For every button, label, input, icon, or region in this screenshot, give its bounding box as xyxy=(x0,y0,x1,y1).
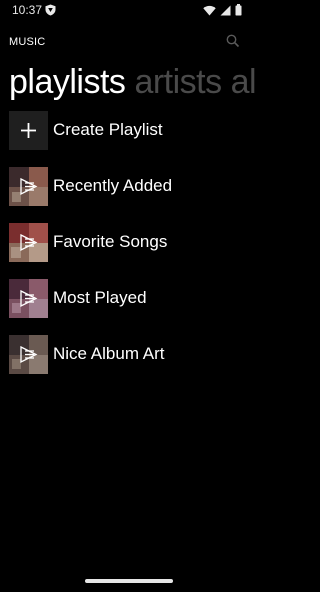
tab-playlists[interactable]: playlists xyxy=(9,60,126,104)
playlist-item-recently-added[interactable]: Recently Added xyxy=(9,166,258,206)
playlist-art xyxy=(9,334,48,374)
playlist-label: Nice Album Art xyxy=(53,344,165,363)
battery-icon xyxy=(235,4,242,16)
playlist-label: Most Played xyxy=(53,288,147,307)
playlist-label: Recently Added xyxy=(53,176,173,195)
playlist-art xyxy=(9,222,48,262)
search-icon[interactable] xyxy=(225,33,241,49)
status-icons xyxy=(203,3,242,17)
app-title: MUSIC xyxy=(9,36,46,48)
playlist-item-favorite-songs[interactable]: Favorite Songs xyxy=(9,222,258,262)
playlist-item-nice-album-art[interactable]: Nice Album Art xyxy=(9,334,258,374)
create-playlist-button[interactable]: Create Playlist xyxy=(9,110,258,150)
signal-icon xyxy=(220,5,231,15)
playlist-cover-icon xyxy=(9,222,48,262)
plus-icon xyxy=(21,122,36,138)
playlist-cover-icon xyxy=(9,334,48,374)
wifi-icon xyxy=(203,5,216,15)
playlist-label: Favorite Songs xyxy=(53,232,168,251)
playlist-item-most-played[interactable]: Most Played xyxy=(9,278,258,318)
status-bar: 10:37 xyxy=(0,0,258,22)
shield-icon xyxy=(45,4,56,16)
home-indicator[interactable] xyxy=(85,579,173,583)
status-time: 10:37 xyxy=(12,3,43,17)
playlist-cover-icon xyxy=(9,278,48,318)
playlist-art xyxy=(9,166,48,206)
create-playlist-label: Create Playlist xyxy=(53,120,163,139)
create-playlist-tile xyxy=(9,110,48,150)
playlist-cover-icon xyxy=(9,166,48,206)
playlist-art xyxy=(9,278,48,318)
tab-albums[interactable]: alb xyxy=(231,60,258,104)
pivot-header: playlistsartists alb xyxy=(9,60,258,106)
tab-artists[interactable]: artists xyxy=(134,60,222,104)
